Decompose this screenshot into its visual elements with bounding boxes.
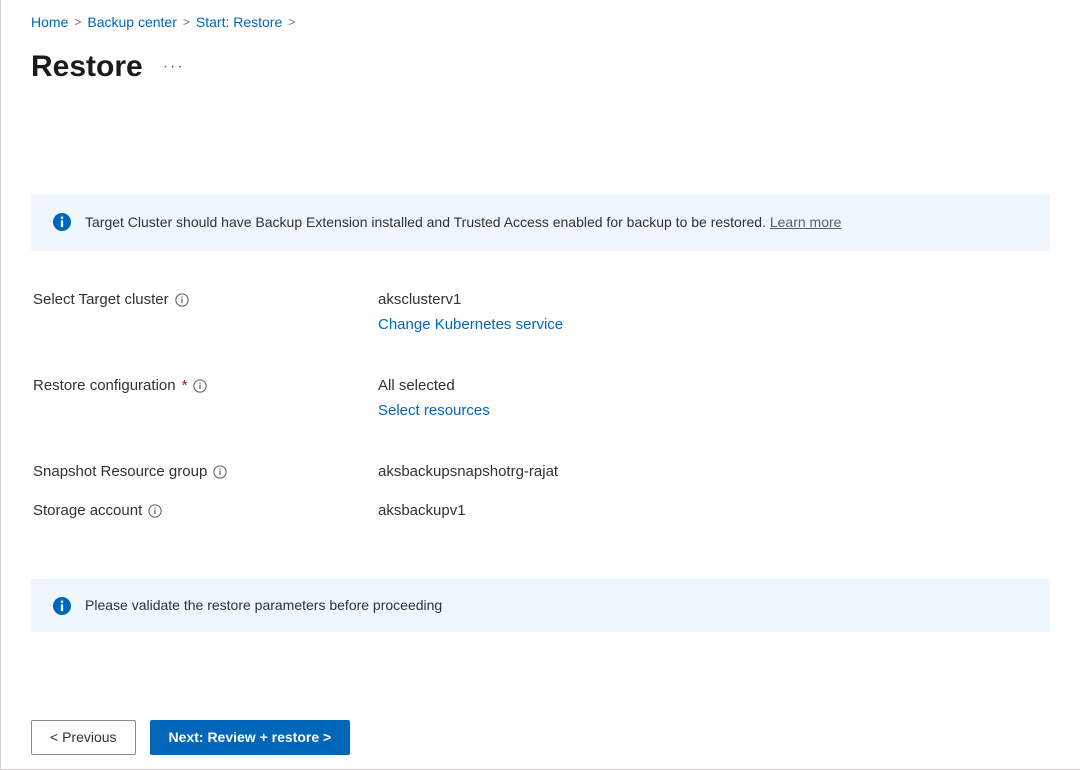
select-resources-link[interactable]: Select resources bbox=[378, 402, 490, 419]
chevron-right-icon: > bbox=[183, 15, 190, 29]
breadcrumb: Home > Backup center > Start: Restore > bbox=[31, 10, 1050, 34]
page-title: Restore bbox=[31, 50, 143, 84]
snapshot-rg-label: Snapshot Resource group bbox=[33, 463, 207, 480]
info-banner-validate: Please validate the restore parameters b… bbox=[31, 579, 1050, 632]
info-icon bbox=[53, 597, 71, 615]
info-hint-icon[interactable] bbox=[148, 504, 162, 518]
chevron-right-icon: > bbox=[74, 15, 81, 29]
info-banner-extension: Target Cluster should have Backup Extens… bbox=[31, 194, 1050, 251]
learn-more-link[interactable]: Learn more bbox=[770, 214, 842, 230]
info-icon bbox=[53, 213, 71, 231]
breadcrumb-backup-center[interactable]: Backup center bbox=[87, 14, 177, 30]
more-actions-button[interactable]: ··· bbox=[163, 58, 185, 76]
breadcrumb-start-restore[interactable]: Start: Restore bbox=[196, 14, 282, 30]
chevron-right-icon: > bbox=[288, 15, 295, 29]
required-asterisk: * bbox=[182, 377, 188, 394]
info-hint-icon[interactable] bbox=[213, 465, 227, 479]
breadcrumb-home[interactable]: Home bbox=[31, 14, 68, 30]
validate-banner-text: Please validate the restore parameters b… bbox=[85, 595, 442, 616]
info-hint-icon[interactable] bbox=[175, 293, 189, 307]
target-cluster-label: Select Target cluster bbox=[33, 291, 169, 308]
restore-config-value: All selected bbox=[378, 377, 490, 394]
snapshot-rg-value: aksbackupsnapshotrg-rajat bbox=[378, 463, 558, 480]
storage-account-value: aksbackupv1 bbox=[378, 502, 466, 519]
storage-account-label: Storage account bbox=[33, 502, 142, 519]
wizard-footer: < Previous Next: Review + restore > bbox=[1, 706, 1080, 769]
restore-config-label: Restore configuration bbox=[33, 377, 176, 394]
target-cluster-value: aksclusterv1 bbox=[378, 291, 563, 308]
next-review-restore-button[interactable]: Next: Review + restore > bbox=[150, 720, 351, 755]
info-banner-text: Target Cluster should have Backup Extens… bbox=[85, 214, 770, 230]
previous-button[interactable]: < Previous bbox=[31, 720, 136, 755]
change-kubernetes-service-link[interactable]: Change Kubernetes service bbox=[378, 316, 563, 333]
info-hint-icon[interactable] bbox=[193, 379, 207, 393]
